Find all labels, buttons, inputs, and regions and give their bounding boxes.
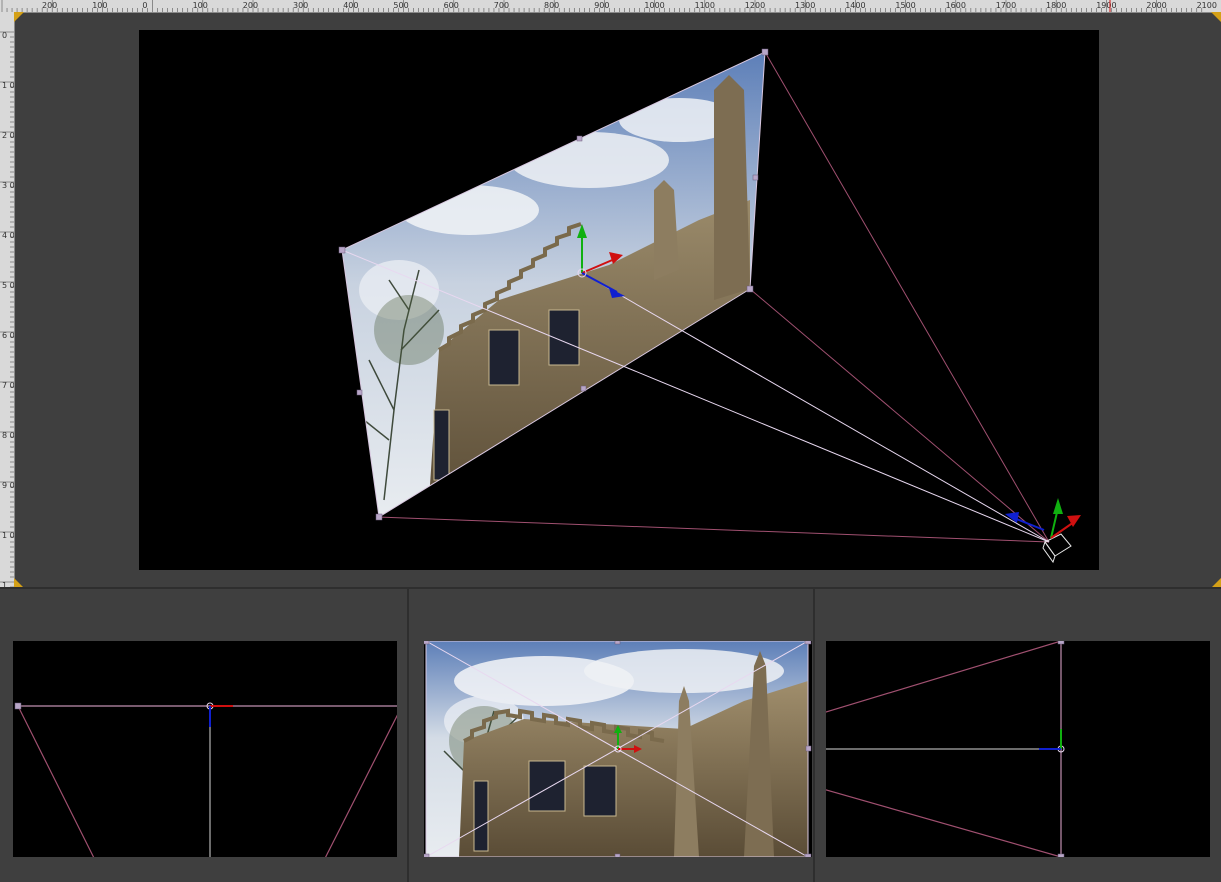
ruler-label: 500 (393, 1, 408, 10)
horizontal-ruler-ticks: 200 100 0 100 200 300 400 500 600 700 800 900 1000 11… (1, 0, 1217, 12)
corner-handle[interactable] (746, 285, 754, 293)
ruler-label: 2 0 (2, 131, 14, 140)
top-viewport[interactable] (13, 641, 397, 857)
ruler-label: 1200 (745, 1, 765, 10)
image-plane[interactable] (342, 52, 765, 517)
ruler-label: 1100 (695, 1, 715, 10)
viewer-window: 200 100 0 100 200 300 400 500 600 700 800 900 1000 11… (0, 0, 1221, 882)
ruler-label: 100 (193, 1, 208, 10)
corner-handle[interactable] (804, 641, 812, 645)
ruler-label: 8 0 (2, 431, 14, 440)
corner-handle[interactable] (375, 513, 383, 521)
ruler-label: 1900 (1096, 1, 1116, 10)
edge-handle[interactable] (580, 385, 587, 392)
corner-marker-top-left (14, 12, 24, 22)
ruler-label: 4 0 (2, 231, 14, 240)
perspective-scene (338, 48, 1081, 564)
top-view-scene (14, 702, 397, 857)
ruler-label: 0 (142, 1, 147, 10)
ruler-label: 200 (243, 1, 258, 10)
horizontal-ruler[interactable]: 200 100 0 100 200 300 400 500 600 700 800 900 1000 11… (0, 0, 1221, 13)
ruler-label: 7 0 (2, 381, 14, 390)
perspective-viewport[interactable] (139, 30, 1099, 570)
corner-handle[interactable] (1057, 853, 1065, 857)
ruler-label: 700 (494, 1, 509, 10)
corner-handle[interactable] (424, 853, 430, 857)
ruler-label: 1500 (895, 1, 915, 10)
ruler-label: 1300 (795, 1, 815, 10)
edge-handle[interactable] (614, 853, 621, 857)
ruler-label: 0 (2, 31, 7, 40)
viewport-splitter-vertical[interactable] (813, 589, 815, 882)
camera-icon[interactable] (1005, 498, 1081, 564)
ruler-label: 6 0 (2, 331, 14, 340)
corner-handle[interactable] (14, 702, 22, 710)
ruler-label: 1400 (845, 1, 865, 10)
corner-handle[interactable] (424, 641, 430, 645)
edge-handle[interactable] (576, 135, 583, 142)
ruler-label: 1000 (644, 1, 664, 10)
edge-handle[interactable] (752, 174, 759, 181)
vertical-ruler-ticks: 01 02 03 04 05 06 07 08 09 01 01 (0, 31, 14, 588)
edge-handle[interactable] (356, 389, 363, 396)
viewport-splitter-horizontal[interactable] (0, 587, 1221, 589)
front-view-scene (424, 641, 812, 857)
ruler-label: 900 (594, 1, 609, 10)
ruler-label: 200 (42, 1, 57, 10)
ruler-label: 9 0 (2, 481, 14, 490)
ruler-label: 3 0 (2, 181, 14, 190)
ruler-label: 400 (343, 1, 358, 10)
ruler-label: 800 (544, 1, 559, 10)
ruler-label: 1800 (1046, 1, 1066, 10)
edge-handle[interactable] (614, 641, 621, 645)
viewport-splitter-vertical[interactable] (407, 589, 409, 882)
ruler-label: 5 0 (2, 281, 14, 290)
ruler-label: 100 (92, 1, 107, 10)
ruler-label: 600 (444, 1, 459, 10)
ruler-label: 1 0 (2, 531, 14, 540)
corner-handle[interactable] (1057, 641, 1065, 645)
ruler-label: 2000 (1146, 1, 1166, 10)
ruler-label: 2100 (1197, 1, 1217, 10)
corner-handle[interactable] (761, 48, 769, 56)
side-view-scene (826, 641, 1065, 857)
ruler-label: 1700 (996, 1, 1016, 10)
ruler-label: 1 0 (2, 81, 14, 90)
ruler-label: 1600 (946, 1, 966, 10)
front-viewport[interactable] (424, 641, 812, 857)
side-viewport[interactable] (826, 641, 1210, 857)
ruler-label: 300 (293, 1, 308, 10)
corner-marker-top-right (1211, 12, 1221, 22)
edge-handle[interactable] (805, 745, 812, 752)
vertical-ruler[interactable]: 01 02 03 04 05 06 07 08 09 01 01 (0, 12, 15, 588)
corner-handle[interactable] (338, 246, 346, 254)
corner-handle[interactable] (804, 853, 812, 857)
